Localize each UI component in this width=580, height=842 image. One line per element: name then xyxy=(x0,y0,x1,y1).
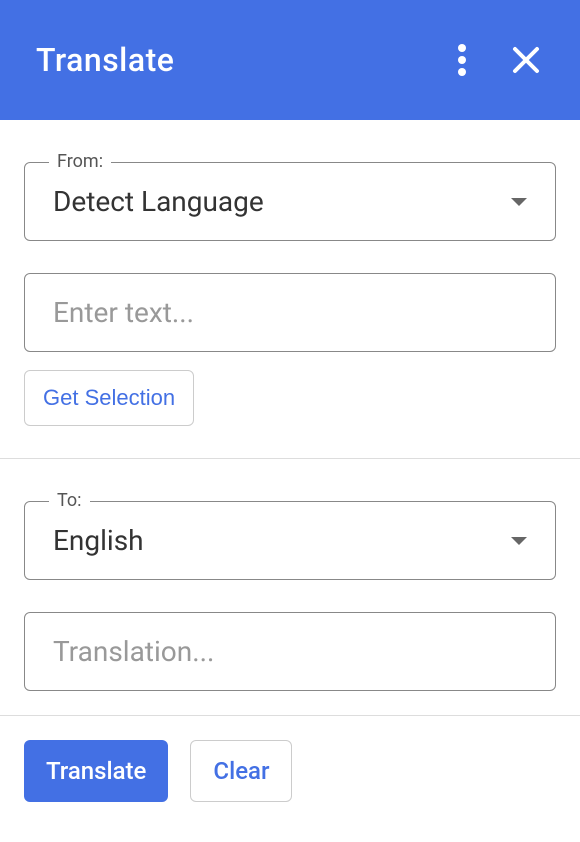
from-language-select[interactable]: From: Detect Language xyxy=(24,162,556,241)
to-section: To: English xyxy=(0,459,580,715)
translation-output[interactable] xyxy=(24,612,556,691)
clear-button[interactable]: Clear xyxy=(190,740,292,802)
to-language-select[interactable]: To: English xyxy=(24,501,556,580)
close-icon[interactable] xyxy=(500,34,552,86)
to-value: English xyxy=(53,524,511,557)
translate-button[interactable]: Translate xyxy=(24,740,168,802)
from-label: From: xyxy=(49,151,111,172)
header: Translate xyxy=(0,0,580,120)
more-icon[interactable] xyxy=(436,34,488,86)
footer: Translate Clear xyxy=(0,715,580,826)
chevron-down-icon xyxy=(511,537,527,545)
chevron-down-icon xyxy=(511,198,527,206)
from-section: From: Detect Language Get Selection xyxy=(0,120,580,426)
to-label: To: xyxy=(49,490,90,511)
page-title: Translate xyxy=(36,41,424,79)
source-text-input[interactable] xyxy=(24,273,556,352)
from-value: Detect Language xyxy=(53,185,511,218)
get-selection-button[interactable]: Get Selection xyxy=(24,370,194,426)
